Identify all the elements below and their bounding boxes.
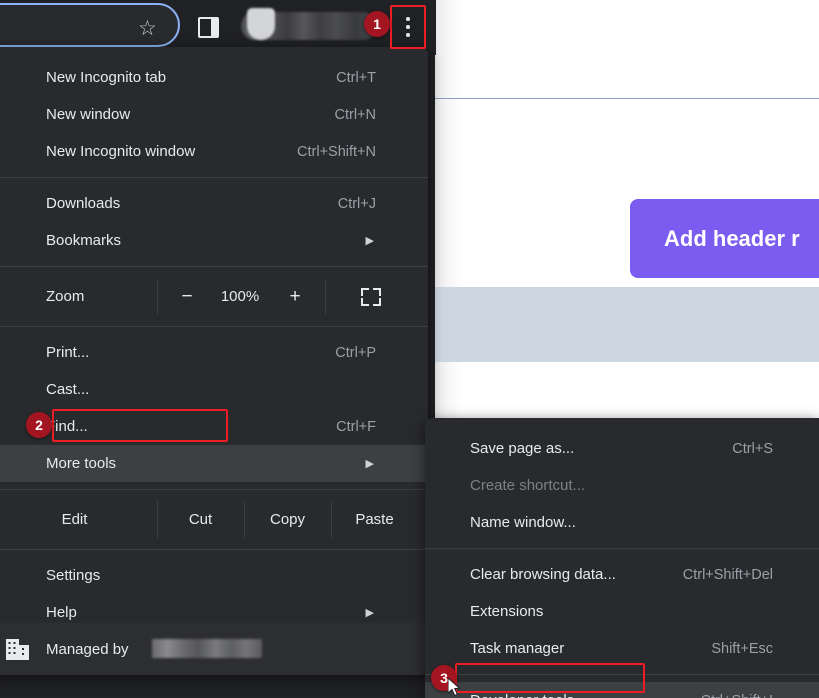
menu-item-label: Name window... bbox=[470, 514, 576, 531]
menu-item-shortcut: Ctrl+T bbox=[336, 69, 376, 86]
menu-separator bbox=[0, 326, 428, 327]
managed-by-label: Managed by bbox=[46, 640, 129, 658]
step-badge-2: 2 bbox=[26, 412, 52, 438]
menu-item-create-shortcut: Create shortcut... bbox=[425, 467, 819, 504]
menu-item-label: More tools bbox=[46, 455, 117, 472]
edit-label: Edit bbox=[61, 511, 88, 528]
menu-item-label: Developer tools bbox=[470, 692, 574, 698]
three-dot-menu-icon[interactable] bbox=[394, 8, 422, 46]
menu-item-name-window[interactable]: Name window... bbox=[425, 504, 819, 541]
chrome-main-menu: New Incognito tab Ctrl+T New window Ctrl… bbox=[0, 47, 428, 675]
menu-item-find[interactable]: Find... Ctrl+F bbox=[0, 408, 428, 445]
edit-row: Edit Cut Copy Paste bbox=[0, 497, 428, 542]
step-badge-1: 1 bbox=[364, 11, 390, 37]
menu-item-label: Downloads bbox=[46, 195, 121, 212]
menu-item-label: Find... bbox=[46, 418, 88, 435]
menu-item-label: Task manager bbox=[470, 640, 565, 657]
menu-item-new-incognito-window[interactable]: New Incognito window Ctrl+Shift+N bbox=[0, 133, 428, 170]
menu-item-label: Help bbox=[46, 604, 77, 621]
menu-item-label: New Incognito tab bbox=[46, 69, 167, 86]
managed-by-footer[interactable]: Managed by bbox=[0, 623, 428, 675]
menu-item-label: Bookmarks bbox=[46, 232, 122, 249]
zoom-level-value: 100% bbox=[220, 288, 260, 305]
enterprise-building-icon bbox=[5, 637, 31, 661]
bookmark-star-icon[interactable]: ☆ bbox=[138, 18, 157, 39]
menu-separator bbox=[425, 674, 819, 675]
page-horizontal-rule bbox=[435, 98, 819, 99]
copy-button[interactable]: Copy bbox=[244, 511, 331, 528]
chevron-right-icon: ▶ bbox=[365, 458, 374, 470]
menu-item-print[interactable]: Print... Ctrl+P bbox=[0, 334, 428, 371]
menu-item-shortcut: Ctrl+S bbox=[732, 440, 773, 457]
menu-item-shortcut: Ctrl+P bbox=[335, 344, 376, 361]
menu-item-label: Print... bbox=[46, 344, 90, 361]
menu-item-shortcut: Ctrl+Shift+Del bbox=[682, 566, 773, 583]
chevron-right-icon: ▶ bbox=[365, 235, 374, 247]
menu-item-shortcut: Ctrl+N bbox=[334, 106, 377, 123]
menu-item-label: Cast... bbox=[46, 381, 90, 398]
menu-item-shortcut: Shift+Esc bbox=[711, 640, 773, 657]
menu-item-shortcut: Ctrl+J bbox=[337, 195, 376, 212]
page-highlight-band bbox=[435, 287, 819, 362]
zoom-out-button[interactable]: − bbox=[172, 286, 202, 308]
menu-item-shortcut: Ctrl+Shift+N bbox=[297, 143, 376, 160]
menu-item-save-page-as[interactable]: Save page as... Ctrl+S bbox=[425, 430, 819, 467]
menu-item-label: Clear browsing data... bbox=[470, 566, 616, 583]
menu-item-label: Save page as... bbox=[470, 440, 575, 457]
avatar[interactable] bbox=[247, 8, 275, 40]
organization-name-redacted bbox=[152, 639, 262, 658]
menu-item-label: New Incognito window bbox=[46, 143, 196, 160]
menu-item-bookmarks[interactable]: Bookmarks ▶ bbox=[0, 222, 428, 259]
chevron-right-icon: ▶ bbox=[365, 607, 374, 619]
menu-separator bbox=[0, 489, 428, 490]
menu-item-extensions[interactable]: Extensions bbox=[425, 593, 819, 630]
zoom-divider bbox=[157, 279, 158, 314]
zoom-row: Zoom − 100% + bbox=[0, 274, 428, 319]
menu-separator bbox=[0, 177, 428, 178]
menu-item-label: New window bbox=[46, 106, 131, 123]
menu-item-new-incognito-tab[interactable]: New Incognito tab Ctrl+T bbox=[0, 59, 428, 96]
menu-separator bbox=[0, 266, 428, 267]
menu-item-shortcut: Ctrl+Shift+I bbox=[700, 693, 773, 698]
fullscreen-icon[interactable] bbox=[347, 285, 395, 309]
menu-item-task-manager[interactable]: Task manager Shift+Esc bbox=[425, 630, 819, 667]
paste-button[interactable]: Paste bbox=[331, 511, 418, 528]
zoom-divider bbox=[325, 279, 326, 314]
menu-item-cast[interactable]: Cast... bbox=[0, 371, 428, 408]
menu-item-shortcut: Ctrl+F bbox=[336, 418, 376, 435]
side-panel-icon[interactable] bbox=[198, 17, 219, 38]
more-tools-submenu: Save page as... Ctrl+S Create shortcut..… bbox=[425, 418, 819, 698]
menu-item-settings[interactable]: Settings bbox=[0, 557, 428, 594]
add-header-rule-button[interactable]: Add header r bbox=[630, 199, 819, 278]
menu-item-clear-browsing-data[interactable]: Clear browsing data... Ctrl+Shift+Del bbox=[425, 556, 819, 593]
menu-item-label: Settings bbox=[46, 567, 101, 584]
step-badge-3: 3 bbox=[431, 665, 457, 691]
menu-item-downloads[interactable]: Downloads Ctrl+J bbox=[0, 185, 428, 222]
cut-button[interactable]: Cut bbox=[157, 511, 244, 528]
more-tools-menu-item[interactable]: More tools ▶ bbox=[0, 445, 428, 482]
developer-tools-menu-item[interactable]: Developer tools Ctrl+Shift+I bbox=[425, 682, 819, 698]
menu-separator bbox=[425, 548, 819, 549]
zoom-in-button[interactable]: + bbox=[280, 286, 310, 308]
menu-item-label: Extensions bbox=[470, 603, 544, 620]
zoom-label: Zoom bbox=[46, 288, 85, 305]
menu-item-label: Create shortcut... bbox=[470, 477, 586, 494]
menu-separator bbox=[0, 549, 428, 550]
menu-item-new-window[interactable]: New window Ctrl+N bbox=[0, 96, 428, 133]
